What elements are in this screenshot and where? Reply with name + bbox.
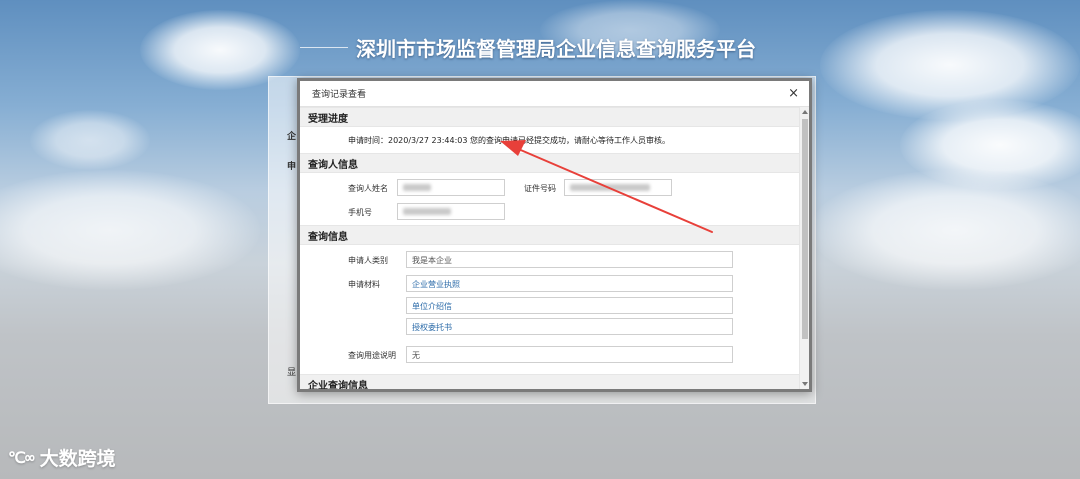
name-label: 查询人姓名 bbox=[348, 184, 388, 193]
requester-type-row: 申请人类别 我是本企业 bbox=[300, 247, 799, 271]
watermark: ℃∞ 大数跨境 bbox=[8, 444, 116, 471]
scroll-up-icon[interactable] bbox=[802, 110, 808, 114]
materials-label: 申请材料 bbox=[348, 280, 380, 289]
material-introduction-letter-link[interactable]: 单位介绍信 bbox=[406, 297, 733, 314]
material-business-license-link[interactable]: 企业营业执照 bbox=[406, 275, 733, 292]
phone-field[interactable] bbox=[397, 203, 505, 220]
modal-body: 受理进度 申请时间：2020/3/27 23:44:03 您的查询申请已经提交成… bbox=[300, 107, 799, 389]
purpose-row: 查询用途说明 无 bbox=[300, 341, 799, 367]
requester-row-1: 查询人姓名 证件号码 bbox=[300, 175, 799, 199]
watermark-logo: ℃∞ bbox=[8, 448, 35, 467]
id-number-label: 证件号码 bbox=[524, 184, 556, 193]
scrollbar-thumb[interactable] bbox=[802, 119, 808, 339]
purpose-field[interactable]: 无 bbox=[406, 346, 733, 363]
progress-status-text: 申请时间：2020/3/27 23:44:03 您的查询申请已经提交成功，请耐心… bbox=[348, 135, 671, 145]
material-authorization-link[interactable]: 授权委托书 bbox=[406, 318, 733, 335]
modal-title: 查询记录查看 bbox=[312, 90, 367, 100]
cloud bbox=[810, 170, 1080, 290]
site-title: 深圳市市场监督管理局企业信息查询服务平台 bbox=[300, 30, 780, 64]
section-requester-heading: 查询人信息 bbox=[300, 153, 799, 173]
requester-row-2: 手机号 bbox=[300, 199, 799, 223]
materials-row-3: 授权委托书 bbox=[300, 317, 799, 341]
redacted-value bbox=[403, 184, 431, 191]
title-line-left bbox=[300, 46, 348, 48]
phone-label: 手机号 bbox=[348, 208, 372, 217]
name-field[interactable] bbox=[397, 179, 505, 196]
requester-type-label: 申请人类别 bbox=[348, 256, 388, 265]
materials-row-2: 单位介绍信 bbox=[300, 295, 799, 317]
cloud bbox=[0, 170, 260, 290]
close-icon[interactable]: × bbox=[788, 87, 799, 100]
modal-header: 查询记录查看 × bbox=[300, 81, 809, 107]
redacted-value bbox=[570, 184, 650, 191]
purpose-label: 查询用途说明 bbox=[348, 351, 396, 360]
requester-type-field[interactable]: 我是本企业 bbox=[406, 251, 733, 268]
scroll-down-icon[interactable] bbox=[802, 382, 808, 386]
section-query-heading: 查询信息 bbox=[300, 225, 799, 245]
site-title-text: 深圳市市场监督管理局企业信息查询服务平台 bbox=[356, 36, 756, 61]
background-text-fragment: 显 bbox=[287, 368, 297, 378]
section-company-heading: 企业查询信息 bbox=[300, 374, 799, 389]
query-record-modal: 查询记录查看 × 受理进度 申请时间：2020/3/27 23:44:03 您的… bbox=[297, 78, 812, 392]
materials-row-1: 申请材料 企业营业执照 bbox=[300, 271, 799, 295]
background-text-fragment: 企 bbox=[287, 132, 297, 142]
id-number-field[interactable] bbox=[564, 179, 672, 196]
modal-scrollbar[interactable] bbox=[799, 107, 809, 389]
watermark-text: 大数跨境 bbox=[39, 448, 116, 470]
background-text-fragment: 申 bbox=[287, 162, 297, 172]
redacted-value bbox=[403, 208, 451, 215]
section-progress-heading: 受理进度 bbox=[300, 107, 799, 127]
cloud bbox=[30, 110, 150, 170]
